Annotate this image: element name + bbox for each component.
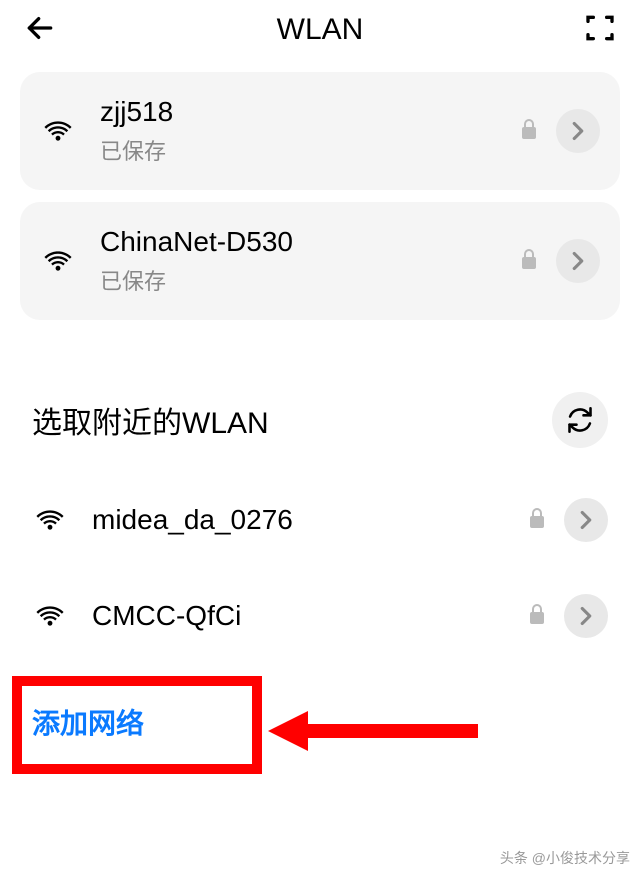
lock-icon xyxy=(520,118,538,145)
nearby-section-header: 选取附近的WLAN xyxy=(8,332,632,472)
lock-icon xyxy=(520,248,538,275)
network-status: 已保存 xyxy=(100,264,520,296)
add-network-button[interactable]: 添加网络 xyxy=(8,676,632,768)
network-details-button[interactable] xyxy=(564,594,608,638)
header: WLAN xyxy=(0,0,640,60)
saved-network-item[interactable]: zjj518 已保存 xyxy=(20,72,620,190)
network-name: ChinaNet-D530 xyxy=(100,226,520,258)
scan-button[interactable] xyxy=(584,12,616,49)
refresh-button[interactable] xyxy=(552,392,608,448)
network-name: midea_da_0276 xyxy=(92,504,528,536)
watermark: 头条 @小俊技术分享 xyxy=(500,848,630,868)
wifi-icon xyxy=(40,249,76,273)
network-details-button[interactable] xyxy=(564,498,608,542)
network-name: CMCC-QfCi xyxy=(92,600,528,632)
nearby-network-item[interactable]: CMCC-QfCi xyxy=(8,568,632,664)
add-network-wrapper: 添加网络 xyxy=(8,676,632,768)
network-status: 已保存 xyxy=(100,134,520,166)
lock-icon xyxy=(528,603,546,630)
saved-network-item[interactable]: ChinaNet-D530 已保存 xyxy=(20,202,620,320)
back-button[interactable] xyxy=(24,12,56,49)
wifi-icon xyxy=(32,604,68,628)
network-info: ChinaNet-D530 已保存 xyxy=(100,226,520,296)
page-title: WLAN xyxy=(277,13,364,47)
add-network-label: 添加网络 xyxy=(32,708,144,739)
network-details-button[interactable] xyxy=(556,109,600,153)
network-name: zjj518 xyxy=(100,96,520,128)
wifi-icon xyxy=(32,508,68,532)
nearby-section-title: 选取附近的WLAN xyxy=(32,398,269,442)
content: zjj518 已保存 ChinaNet-D530 已保存 xyxy=(0,72,640,768)
network-details-button[interactable] xyxy=(556,239,600,283)
lock-icon xyxy=(528,507,546,534)
wifi-icon xyxy=(40,119,76,143)
network-info: zjj518 已保存 xyxy=(100,96,520,166)
nearby-network-item[interactable]: midea_da_0276 xyxy=(8,472,632,568)
